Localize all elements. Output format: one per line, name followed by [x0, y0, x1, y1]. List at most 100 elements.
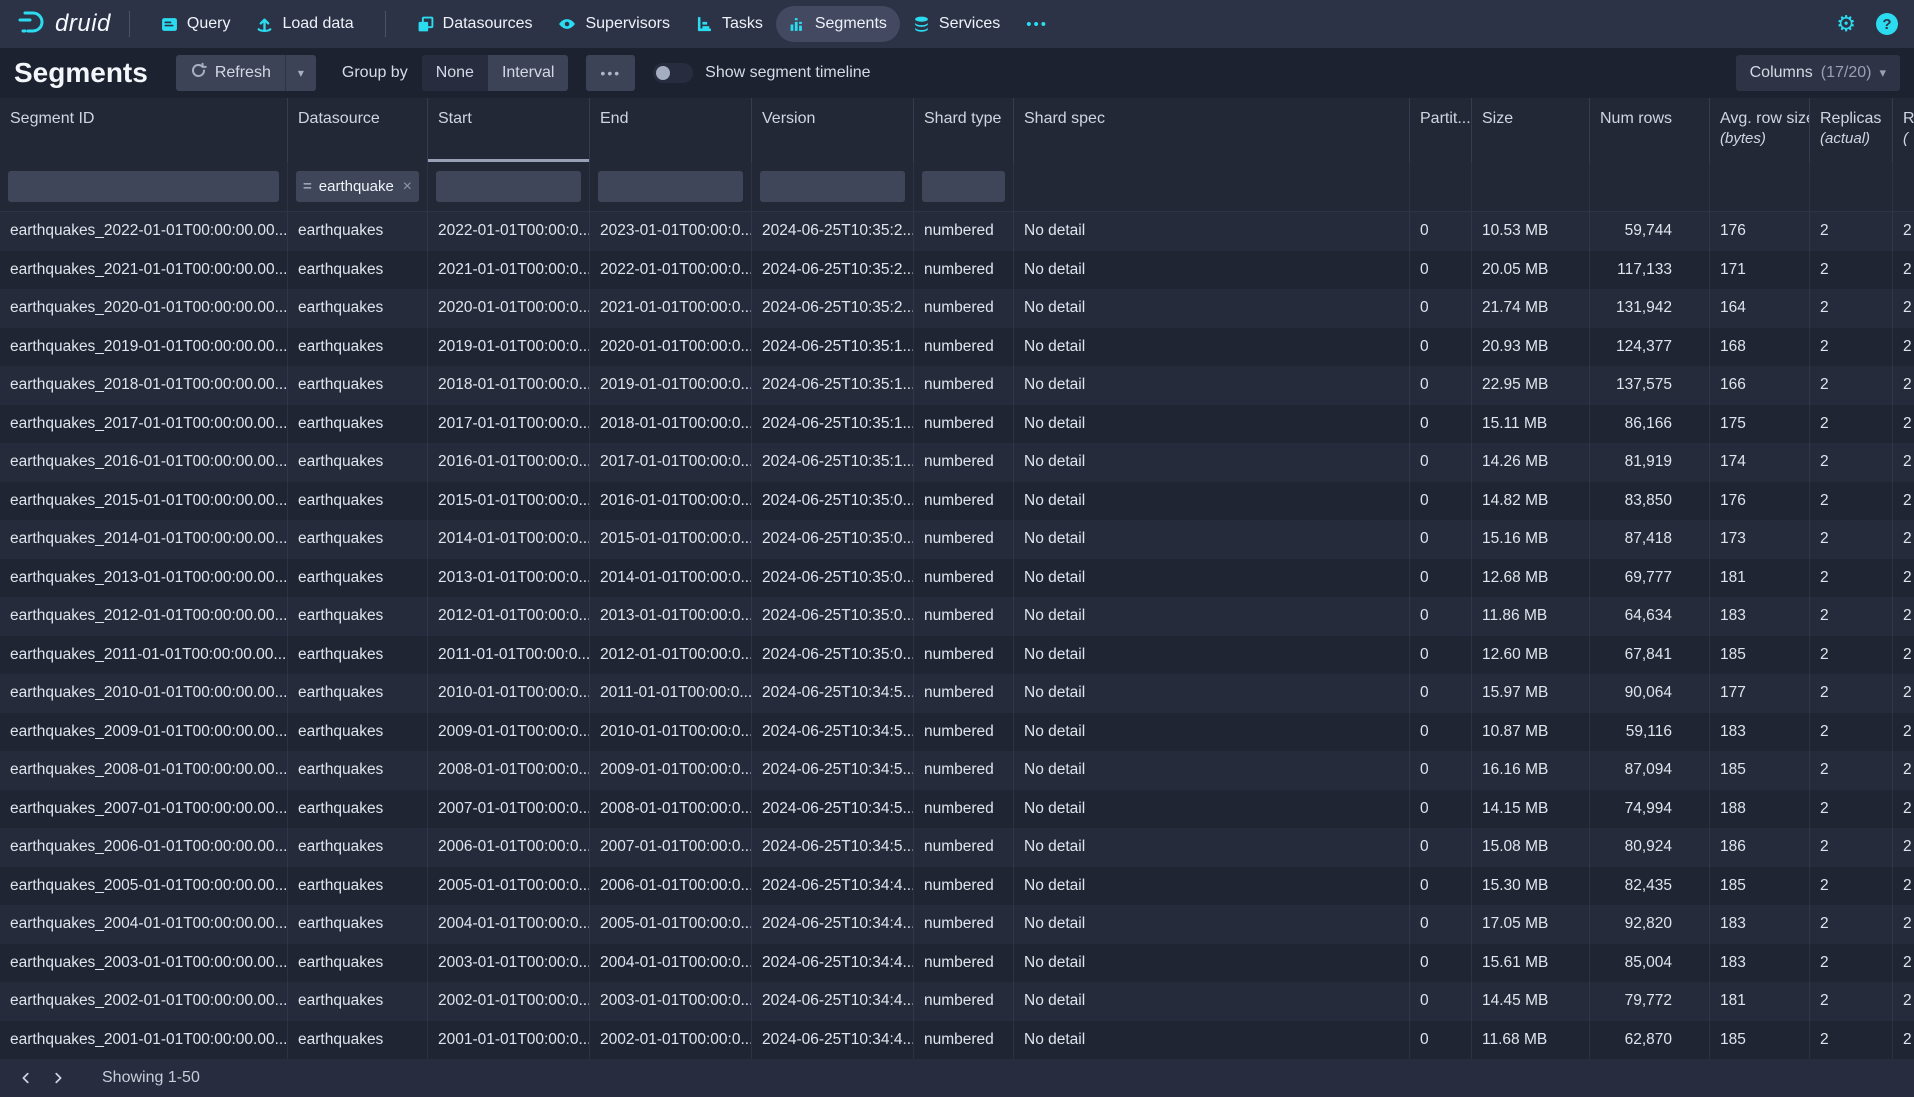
end-cell[interactable]: 2002-01-01T00:00:0... [590, 1021, 752, 1060]
shard-type-cell[interactable]: numbered [914, 597, 1014, 636]
table-row[interactable]: earthquakes_2014-01-01T00:00:00.00... ea… [0, 520, 1914, 559]
start-cell[interactable]: 2014-01-01T00:00:0... [428, 520, 590, 559]
partition-cell[interactable]: 0 [1410, 1021, 1472, 1060]
start-cell[interactable]: 2015-01-01T00:00:0... [428, 482, 590, 521]
replicas-cell[interactable]: 2 [1810, 905, 1893, 944]
shard-type-cell[interactable]: numbered [914, 251, 1014, 290]
toolbar-more-button[interactable]: ••• [586, 55, 635, 91]
num-rows-cell[interactable]: 90,064 [1590, 674, 1710, 713]
clipped-cell[interactable]: 2 [1893, 713, 1914, 752]
shard-type-cell[interactable]: numbered [914, 944, 1014, 983]
end-cell[interactable]: 2003-01-01T00:00:0... [590, 982, 752, 1021]
avg-row-size-cell[interactable]: 176 [1710, 212, 1810, 251]
replicas-cell[interactable]: 2 [1810, 790, 1893, 829]
partition-cell[interactable]: 0 [1410, 636, 1472, 675]
segment-id-filter-input[interactable] [8, 171, 279, 202]
avg-row-size-cell[interactable]: 181 [1710, 559, 1810, 598]
partition-cell[interactable]: 0 [1410, 212, 1472, 251]
size-cell[interactable]: 15.30 MB [1472, 867, 1590, 906]
version-cell[interactable]: 2024-06-25T10:35:1... [752, 443, 914, 482]
shard-type-cell[interactable]: numbered [914, 674, 1014, 713]
size-cell[interactable]: 22.95 MB [1472, 366, 1590, 405]
shard-type-cell[interactable]: numbered [914, 982, 1014, 1021]
shard-spec-cell[interactable]: No detail [1014, 443, 1410, 482]
table-row[interactable]: earthquakes_2004-01-01T00:00:00.00... ea… [0, 905, 1914, 944]
size-cell[interactable]: 17.05 MB [1472, 905, 1590, 944]
avg-row-size-cell[interactable]: 185 [1710, 867, 1810, 906]
start-cell[interactable]: 2004-01-01T00:00:0... [428, 905, 590, 944]
clipped-cell[interactable]: 2 [1893, 597, 1914, 636]
clipped-cell[interactable]: 2 [1893, 520, 1914, 559]
shard-spec-cell[interactable]: No detail [1014, 867, 1410, 906]
clipped-cell[interactable]: 2 [1893, 405, 1914, 444]
start-cell[interactable]: 2017-01-01T00:00:0... [428, 405, 590, 444]
end-cell[interactable]: 2012-01-01T00:00:0... [590, 636, 752, 675]
shard-spec-cell[interactable]: No detail [1014, 636, 1410, 675]
end-cell[interactable]: 2011-01-01T00:00:0... [590, 674, 752, 713]
column-header-partition[interactable]: Partit... [1410, 98, 1472, 162]
replicas-cell[interactable]: 2 [1810, 713, 1893, 752]
shard-type-cell[interactable]: numbered [914, 713, 1014, 752]
shard-spec-cell[interactable]: No detail [1014, 212, 1410, 251]
avg-row-size-cell[interactable]: 176 [1710, 482, 1810, 521]
shard-type-cell[interactable]: numbered [914, 828, 1014, 867]
clipped-cell[interactable]: 2 [1893, 212, 1914, 251]
segment-id-cell[interactable]: earthquakes_2011-01-01T00:00:00.00... [0, 636, 288, 675]
num-rows-cell[interactable]: 85,004 [1590, 944, 1710, 983]
table-row[interactable]: earthquakes_2008-01-01T00:00:00.00... ea… [0, 751, 1914, 790]
column-header-shard-spec[interactable]: Shard spec [1014, 98, 1410, 162]
nav-item-load-data[interactable]: Load data [243, 6, 366, 42]
shard-type-cell[interactable]: numbered [914, 520, 1014, 559]
partition-cell[interactable]: 0 [1410, 482, 1472, 521]
end-cell[interactable]: 2014-01-01T00:00:0... [590, 559, 752, 598]
version-cell[interactable]: 2024-06-25T10:34:4... [752, 905, 914, 944]
datasource-cell[interactable]: earthquakes [288, 982, 428, 1021]
previous-page-button[interactable] [10, 1063, 42, 1093]
segment-id-cell[interactable]: earthquakes_2010-01-01T00:00:00.00... [0, 674, 288, 713]
shard-spec-cell[interactable]: No detail [1014, 828, 1410, 867]
shard-spec-cell[interactable]: No detail [1014, 790, 1410, 829]
table-row[interactable]: earthquakes_2016-01-01T00:00:00.00... ea… [0, 443, 1914, 482]
clipped-cell[interactable]: 2 [1893, 366, 1914, 405]
segment-id-cell[interactable]: earthquakes_2018-01-01T00:00:00.00... [0, 366, 288, 405]
shard-spec-cell[interactable]: No detail [1014, 982, 1410, 1021]
partition-cell[interactable]: 0 [1410, 597, 1472, 636]
shard-spec-cell[interactable]: No detail [1014, 366, 1410, 405]
end-cell[interactable]: 2020-01-01T00:00:0... [590, 328, 752, 367]
version-cell[interactable]: 2024-06-25T10:35:1... [752, 405, 914, 444]
segment-id-cell[interactable]: earthquakes_2013-01-01T00:00:00.00... [0, 559, 288, 598]
num-rows-cell[interactable]: 62,870 [1590, 1021, 1710, 1060]
segment-id-cell[interactable]: earthquakes_2022-01-01T00:00:00.00... [0, 212, 288, 251]
size-cell[interactable]: 11.86 MB [1472, 597, 1590, 636]
partition-cell[interactable]: 0 [1410, 405, 1472, 444]
help-icon[interactable]: ? [1876, 13, 1898, 35]
shard-spec-cell[interactable]: No detail [1014, 328, 1410, 367]
avg-row-size-cell[interactable]: 164 [1710, 289, 1810, 328]
end-cell[interactable]: 2023-01-01T00:00:0... [590, 212, 752, 251]
num-rows-cell[interactable]: 87,094 [1590, 751, 1710, 790]
segment-id-cell[interactable]: earthquakes_2009-01-01T00:00:00.00... [0, 713, 288, 752]
druid-logo[interactable]: druid [16, 7, 111, 42]
start-cell[interactable]: 2013-01-01T00:00:0... [428, 559, 590, 598]
end-cell[interactable]: 2004-01-01T00:00:0... [590, 944, 752, 983]
version-cell[interactable]: 2024-06-25T10:34:4... [752, 944, 914, 983]
table-row[interactable]: earthquakes_2007-01-01T00:00:00.00... ea… [0, 790, 1914, 829]
avg-row-size-cell[interactable]: 183 [1710, 944, 1810, 983]
version-filter-input[interactable] [760, 171, 905, 202]
avg-row-size-cell[interactable]: 171 [1710, 251, 1810, 290]
datasource-cell[interactable]: earthquakes [288, 520, 428, 559]
datasource-cell[interactable]: earthquakes [288, 289, 428, 328]
columns-button[interactable]: Columns (17/20) ▾ [1736, 55, 1900, 91]
clipped-cell[interactable]: 2 [1893, 790, 1914, 829]
size-cell[interactable]: 11.68 MB [1472, 1021, 1590, 1060]
group-by-interval-button[interactable]: Interval [488, 55, 568, 91]
replicas-cell[interactable]: 2 [1810, 597, 1893, 636]
datasource-cell[interactable]: earthquakes [288, 1021, 428, 1060]
table-row[interactable]: earthquakes_2018-01-01T00:00:00.00... ea… [0, 366, 1914, 405]
end-filter-input[interactable] [598, 171, 743, 202]
start-cell[interactable]: 2010-01-01T00:00:0... [428, 674, 590, 713]
size-cell[interactable]: 14.82 MB [1472, 482, 1590, 521]
size-cell[interactable]: 14.45 MB [1472, 982, 1590, 1021]
shard-spec-cell[interactable]: No detail [1014, 1021, 1410, 1060]
segment-id-cell[interactable]: earthquakes_2002-01-01T00:00:00.00... [0, 982, 288, 1021]
